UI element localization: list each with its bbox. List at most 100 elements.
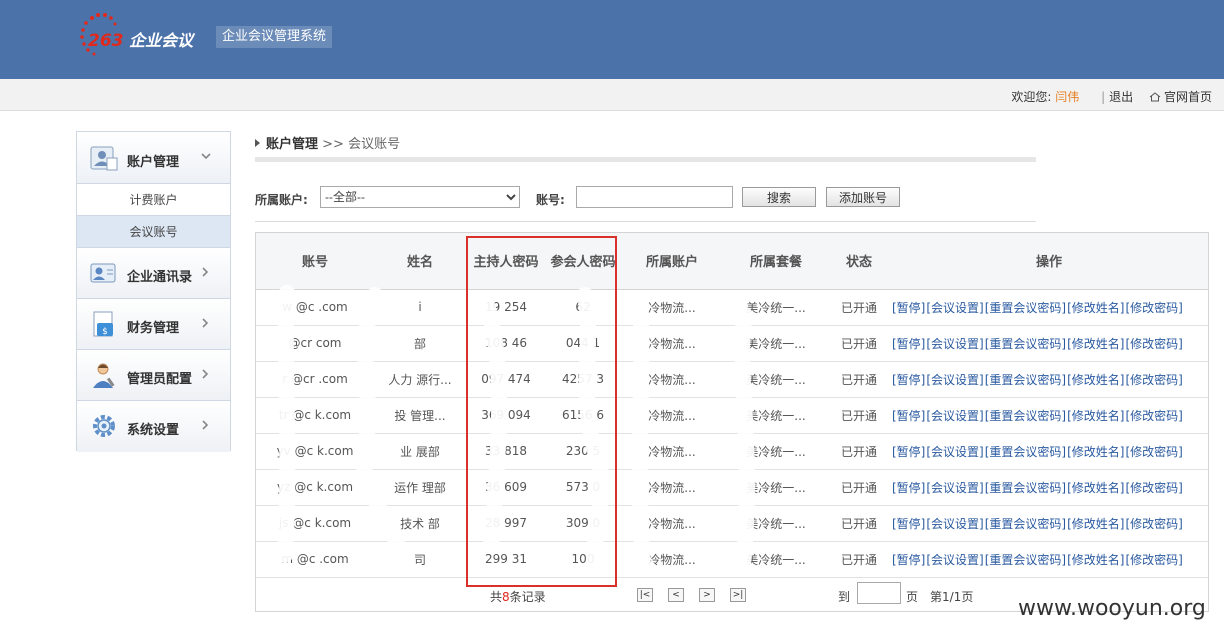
pause-link[interactable]: [暂停]	[892, 481, 925, 495]
cell-name: 司	[374, 541, 466, 578]
cell-actions: [暂停][会议设置][重置会议密码][修改姓名][修改密码]	[890, 361, 1208, 398]
cell-package: 美冷统一...	[724, 361, 828, 398]
meeting-settings-link[interactable]: [会议设置]	[926, 337, 983, 351]
search-button[interactable]: 搜索	[742, 187, 816, 207]
cell-owner-account: 冷物流...	[620, 505, 724, 542]
edit-password-link[interactable]: [修改密码]	[1126, 553, 1183, 567]
edit-name-link[interactable]: [修改姓名]	[1067, 517, 1124, 531]
pause-link[interactable]: [暂停]	[892, 409, 925, 423]
home-link[interactable]: 官网首页	[1164, 90, 1212, 104]
account-filter-select[interactable]: --全部--	[320, 186, 520, 208]
cell-name: 部	[374, 325, 466, 362]
edit-password-link[interactable]: [修改密码]	[1126, 337, 1183, 351]
sidebar-item-label: 系统设置	[127, 423, 180, 438]
page-info: 第1/1页	[930, 590, 974, 604]
meeting-settings-link[interactable]: [会议设置]	[926, 445, 983, 459]
sidebar-item-admin[interactable]: 管理员配置	[77, 350, 230, 401]
svg-text:$: $	[102, 327, 108, 337]
edit-password-link[interactable]: [修改密码]	[1126, 445, 1183, 459]
table-row: r @cr .com 人力 源行... 097 474 4257 3 冷物流... 美…	[256, 361, 1208, 398]
edit-name-link[interactable]: [修改姓名]	[1067, 553, 1124, 567]
meeting-settings-link[interactable]: [会议设置]	[926, 517, 983, 531]
pause-link[interactable]: [暂停]	[892, 337, 925, 351]
username-link[interactable]: 闫伟	[1055, 90, 1079, 104]
edit-name-link[interactable]: [修改姓名]	[1067, 481, 1124, 495]
edit-password-link[interactable]: [修改密码]	[1126, 481, 1183, 495]
number-label: 账号:	[536, 193, 565, 207]
cell-host-password: 369 094	[466, 397, 546, 434]
edit-password-link[interactable]: [修改密码]	[1126, 409, 1183, 423]
sidebar-item-contacts[interactable]: 企业通讯录	[77, 248, 230, 299]
col-status: 状态	[828, 233, 890, 290]
cell-name: 技术 部	[374, 505, 466, 542]
edit-name-link[interactable]: [修改姓名]	[1067, 373, 1124, 387]
meeting-settings-link[interactable]: [会议设置]	[926, 301, 983, 315]
edit-password-link[interactable]: [修改密码]	[1126, 301, 1183, 315]
cell-host-password: 36 609	[466, 469, 546, 506]
add-account-button[interactable]: 添加账号	[826, 187, 900, 207]
cell-status: 已开通	[828, 469, 890, 506]
record-total: 共8条记录	[490, 588, 546, 605]
logo-brand: 企业会议	[129, 31, 194, 50]
table-row: w @c .com i 19 254 62 冷物流... 美冷统一... 已开通 [暂停…	[256, 289, 1208, 326]
sidebar-group-account[interactable]: 账户管理	[77, 132, 230, 184]
total-prefix: 共	[490, 590, 503, 604]
cell-guest-password: 100	[546, 541, 620, 578]
table-row: tr @c k.com 投 管理... 369 094 6156 6 冷物流... 美…	[256, 397, 1208, 434]
reset-meeting-password-link[interactable]: [重置会议密码]	[985, 337, 1066, 351]
cell-guest-password: 573 0	[546, 469, 620, 506]
cell-account: yv @c k.com	[256, 433, 374, 470]
meeting-settings-link[interactable]: [会议设置]	[926, 409, 983, 423]
breadcrumb-parent[interactable]: 账户管理	[266, 137, 318, 152]
sidebar-sub-meeting-accounts[interactable]: 会议账号	[77, 216, 230, 248]
edit-password-link[interactable]: [修改密码]	[1126, 517, 1183, 531]
pause-link[interactable]: [暂停]	[892, 373, 925, 387]
edit-name-link[interactable]: [修改姓名]	[1067, 409, 1124, 423]
logo-text: 263 企业会议	[88, 27, 193, 51]
goto-page-input[interactable]	[857, 582, 901, 604]
pause-link[interactable]: [暂停]	[892, 517, 925, 531]
account-filter-label: 所属账户:	[255, 193, 308, 207]
number-input[interactable]	[576, 186, 733, 208]
chevron-right-icon	[202, 318, 209, 328]
cell-status: 已开通	[828, 541, 890, 578]
cell-owner-account: 冷物流...	[620, 541, 724, 578]
logout-link[interactable]: 退出	[1109, 90, 1133, 104]
separator: |	[1101, 90, 1106, 104]
sidebar-item-settings[interactable]: 系统设置	[77, 401, 230, 452]
edit-name-link[interactable]: [修改姓名]	[1067, 337, 1124, 351]
meeting-settings-link[interactable]: [会议设置]	[926, 553, 983, 567]
sidebar: 账户管理 计费账户 会议账号 企业通讯录 $ 财务管理 管理员配置 系统设置	[76, 131, 231, 452]
pause-link[interactable]: [暂停]	[892, 301, 925, 315]
cell-guest-password: 6156 6	[546, 397, 620, 434]
cell-owner-account: 冷物流...	[620, 289, 724, 326]
reset-meeting-password-link[interactable]: [重置会议密码]	[985, 517, 1066, 531]
sidebar-item-finance[interactable]: $ 财务管理	[77, 299, 230, 350]
sidebar-sub-billing[interactable]: 计费账户	[77, 184, 230, 216]
reset-meeting-password-link[interactable]: [重置会议密码]	[985, 553, 1066, 567]
reset-meeting-password-link[interactable]: [重置会议密码]	[985, 301, 1066, 315]
system-name: 企业会议管理系统	[216, 26, 333, 48]
edit-name-link[interactable]: [修改姓名]	[1067, 445, 1124, 459]
cell-package: 美冷统一...	[724, 433, 828, 470]
reset-meeting-password-link[interactable]: [重置会议密码]	[985, 373, 1066, 387]
next-page-button[interactable]: >	[699, 588, 715, 602]
reset-meeting-password-link[interactable]: [重置会议密码]	[985, 409, 1066, 423]
pause-link[interactable]: [暂停]	[892, 445, 925, 459]
sidebar-item-label: 企业通讯录	[127, 270, 193, 285]
last-page-button[interactable]: >|	[730, 588, 746, 602]
edit-name-link[interactable]: [修改姓名]	[1067, 301, 1124, 315]
reset-meeting-password-link[interactable]: [重置会议密码]	[985, 481, 1066, 495]
sidebar-group-label: 账户管理	[127, 155, 180, 170]
breadcrumb-current: 会议账号	[348, 137, 401, 152]
cell-status: 已开通	[828, 361, 890, 398]
edit-password-link[interactable]: [修改密码]	[1126, 373, 1183, 387]
account-card-icon	[90, 146, 118, 171]
pause-link[interactable]: [暂停]	[892, 553, 925, 567]
first-page-button[interactable]: |<	[637, 588, 653, 602]
meeting-settings-link[interactable]: [会议设置]	[926, 373, 983, 387]
reset-meeting-password-link[interactable]: [重置会议密码]	[985, 445, 1066, 459]
goto-label: 到	[838, 590, 851, 604]
meeting-settings-link[interactable]: [会议设置]	[926, 481, 983, 495]
prev-page-button[interactable]: <	[668, 588, 684, 602]
